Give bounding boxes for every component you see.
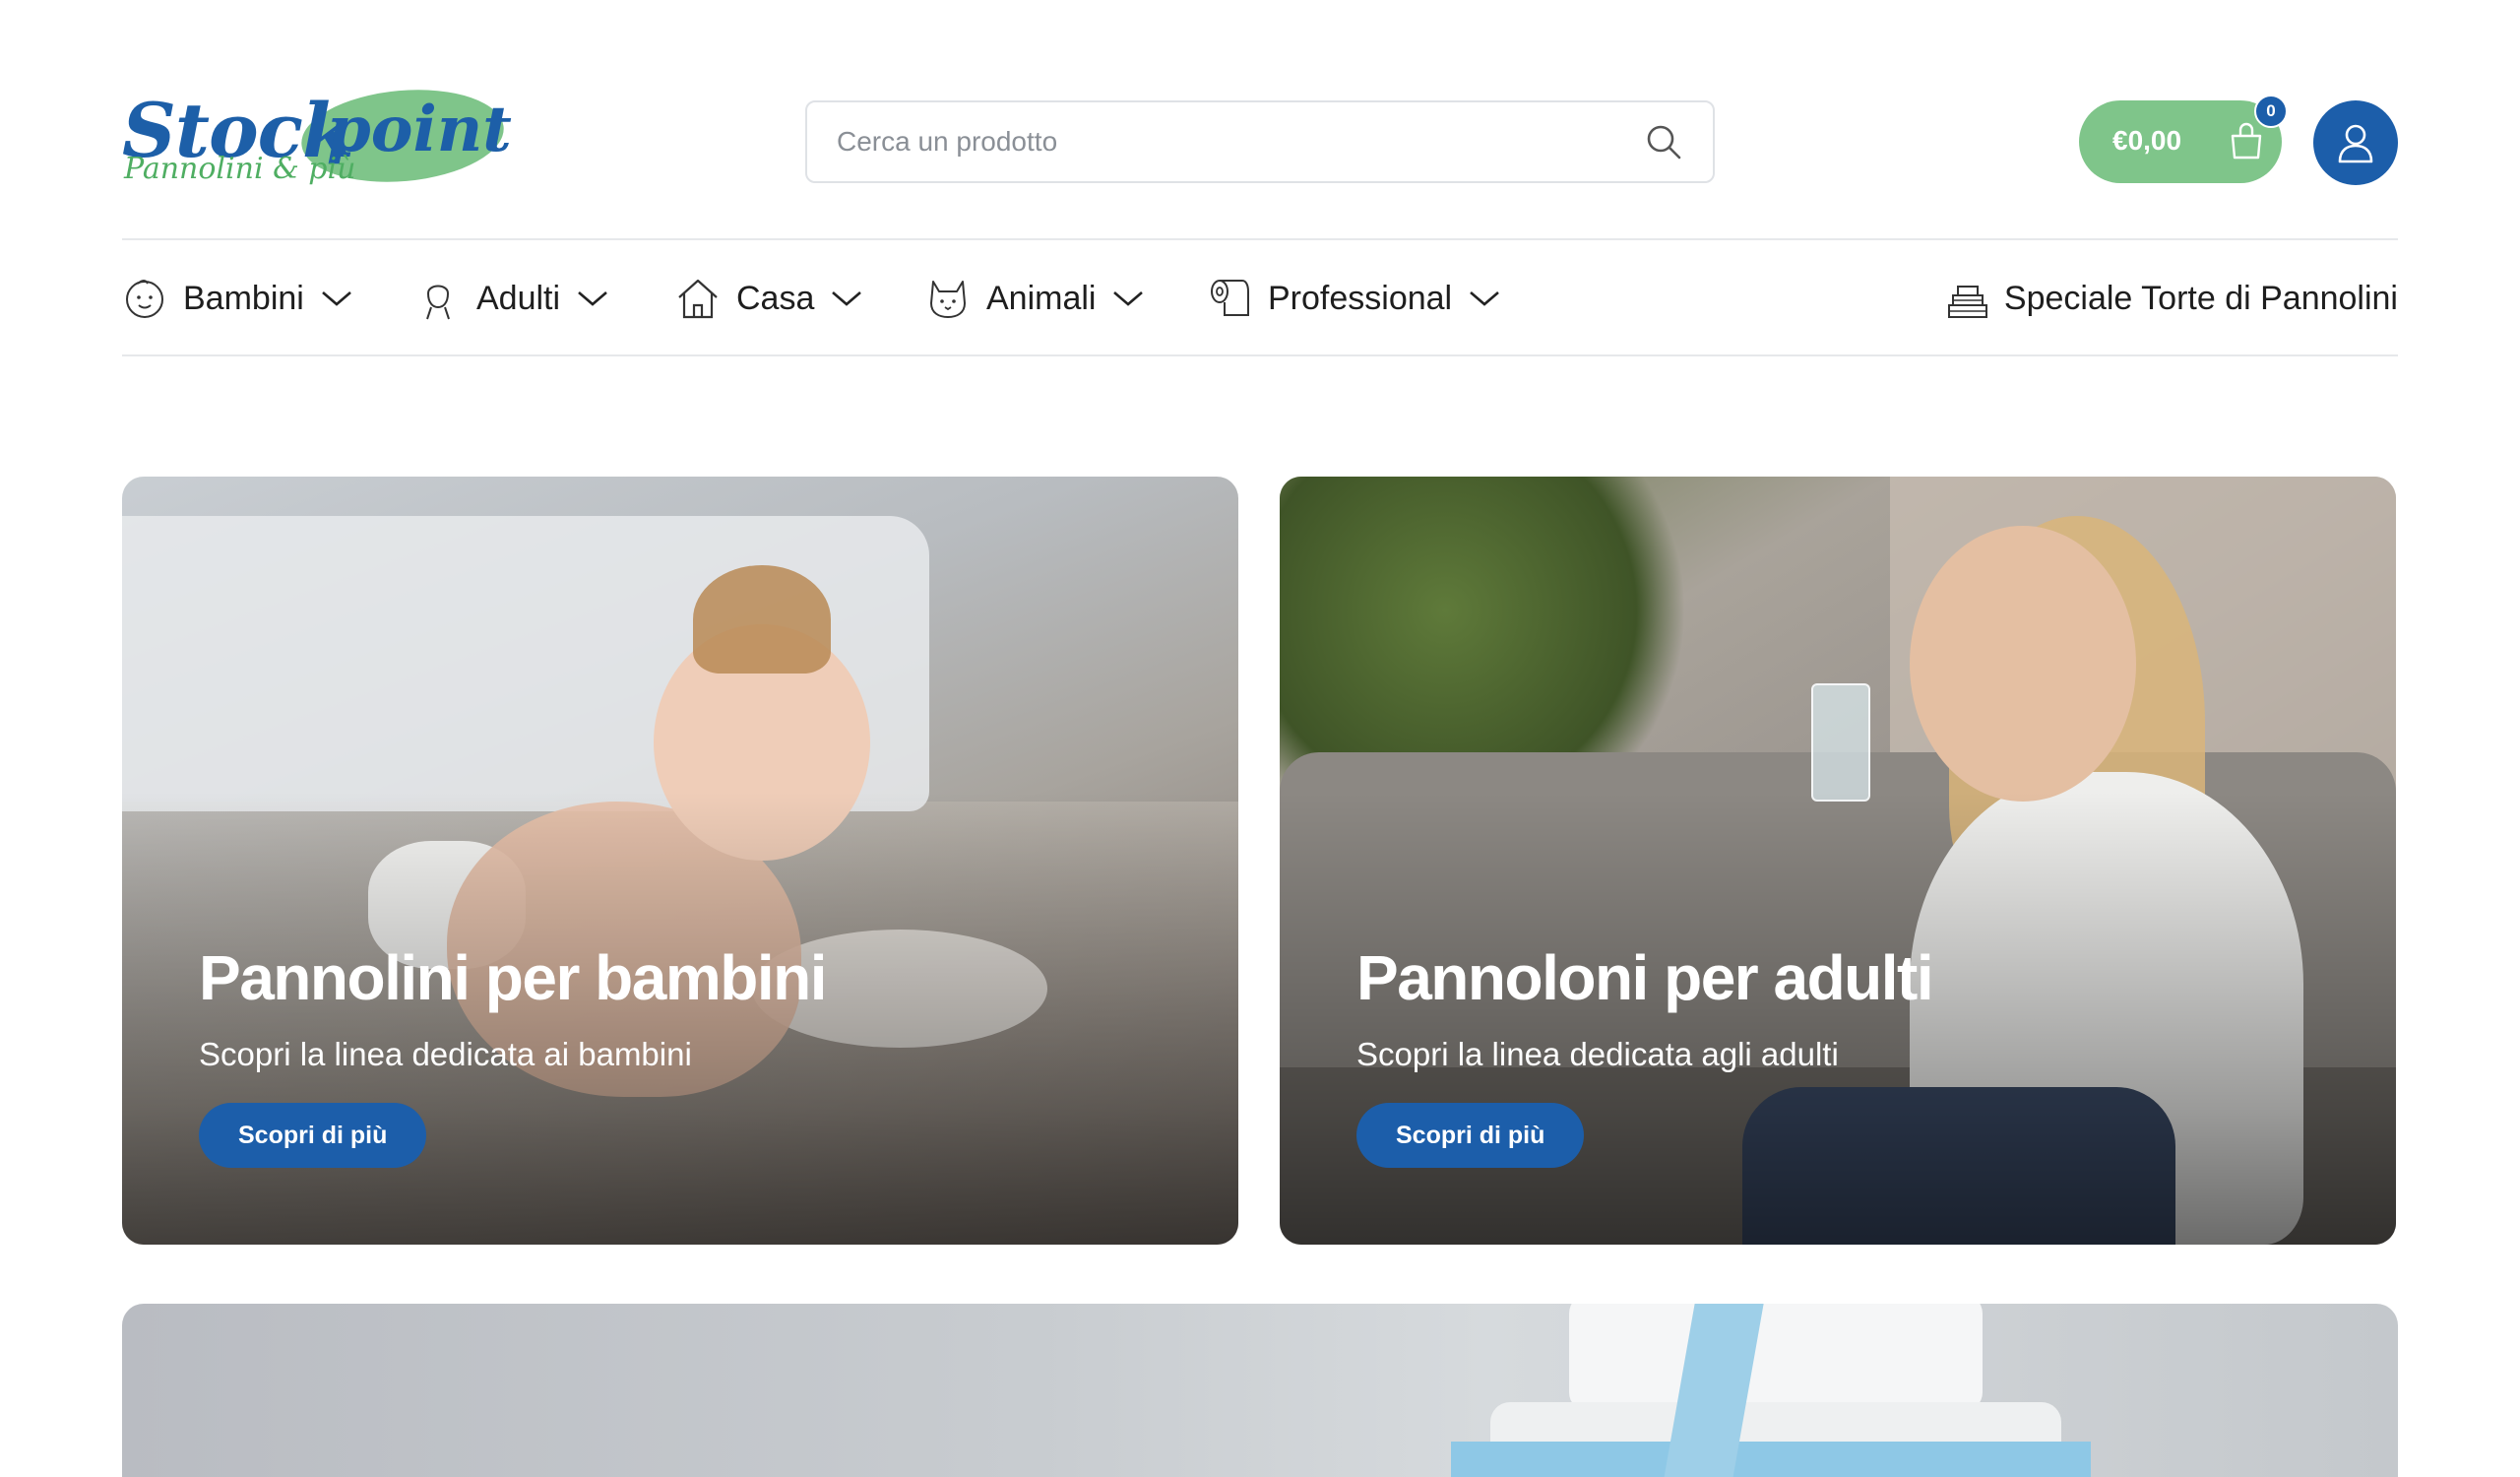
person-icon: [426, 285, 450, 320]
promo-banner-torte[interactable]: [122, 1304, 2398, 1477]
cart-button[interactable]: €0,00: [2079, 100, 2282, 183]
cake-layer-top: [1569, 1304, 1983, 1412]
nav-item-casa[interactable]: Casa: [675, 266, 863, 331]
nav-item-bambini[interactable]: Bambini: [122, 266, 353, 331]
account-button[interactable]: [2313, 100, 2398, 185]
card-subtitle: Scopri la linea dedicata ai bambini: [199, 1036, 692, 1072]
nav-label: Professional: [1268, 279, 1453, 317]
nav-label: Animali: [986, 279, 1097, 317]
house-icon: [678, 279, 718, 319]
cart-amount: €0,00: [2112, 125, 2182, 156]
nav-label: Speciale Torte di Pannolini: [2003, 279, 2398, 317]
nav-label: Adulti: [476, 279, 561, 317]
scene-baby-hair: [693, 565, 831, 674]
scene-diaper-cake: [1451, 1304, 2091, 1477]
paper-roll-icon: [1211, 280, 1249, 316]
search-bar: [805, 100, 1715, 183]
chevron-down-icon: [321, 291, 351, 306]
nav-divider-top: [122, 238, 2398, 240]
chevron-down-icon: [1113, 291, 1144, 306]
baby-face-icon: [126, 280, 163, 318]
search-input[interactable]: [837, 102, 1624, 181]
site-logo[interactable]: Stock point Pannolini & più: [122, 82, 512, 197]
discover-more-button[interactable]: Scopri di più: [199, 1103, 427, 1168]
chevron-down-icon: [832, 291, 862, 306]
chevron-down-icon: [1470, 291, 1499, 306]
shopping-bag-icon: [2231, 122, 2262, 160]
promo-card-adulti[interactable]: Pannoloni per adulti Scopri la linea ded…: [1280, 477, 2396, 1245]
header: Stock point Pannolini & più €0,00 0: [122, 82, 2398, 197]
scene-woman-head: [1910, 526, 2136, 802]
nav-divider-bottom: [122, 354, 2398, 356]
nav-item-animali[interactable]: Animali: [925, 266, 1145, 331]
card-gradient-overlay: [1280, 792, 2396, 1245]
card-gradient-overlay: [122, 792, 1238, 1245]
main-nav: Bambini Adulti Casa Animali Professional…: [122, 266, 2398, 331]
cake-icon: [1947, 286, 1987, 318]
nav-label: Casa: [736, 279, 815, 317]
nav-item-professional[interactable]: Professional: [1207, 266, 1501, 331]
chevron-down-icon: [578, 291, 607, 306]
card-subtitle: Scopri la linea dedicata agli adulti: [1356, 1036, 1839, 1072]
scene-glass: [1811, 683, 1870, 802]
card-title: Pannoloni per adulti: [1356, 942, 1934, 1013]
logo-tagline: Pannolini & più: [124, 152, 356, 186]
nav-item-adulti[interactable]: Adulti: [415, 266, 609, 331]
discover-more-button[interactable]: Scopri di più: [1356, 1103, 1585, 1168]
nav-item-speciale-torte[interactable]: Speciale Torte di Pannolini: [1945, 266, 2398, 331]
cat-icon: [930, 281, 966, 318]
search-icon[interactable]: [1644, 122, 1683, 161]
page: Stock point Pannolini & più €0,00 0: [0, 0, 2520, 1477]
nav-label: Bambini: [183, 279, 304, 317]
user-icon: [2338, 124, 2373, 163]
card-title: Pannolini per bambini: [199, 942, 828, 1013]
cake-ribbon: [1451, 1442, 2091, 1477]
promo-card-bambini[interactable]: Pannolini per bambini Scopri la linea de…: [122, 477, 1238, 1245]
cart-count-badge: 0: [2254, 95, 2288, 128]
